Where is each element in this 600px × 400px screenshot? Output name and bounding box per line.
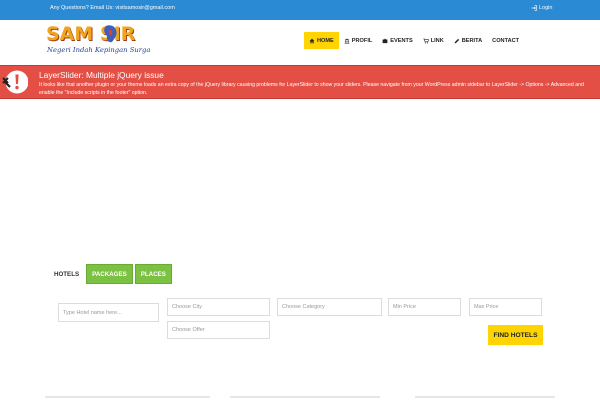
nav-item-label: LINK (430, 37, 444, 44)
briefcase-icon (382, 38, 388, 43)
logo-wordmark: SAM SIR (46, 23, 136, 45)
city-select[interactable]: Choose City (167, 298, 270, 316)
nav-item-profil[interactable]: PROFIL (339, 32, 378, 49)
login-link[interactable]: Login (531, 5, 552, 11)
offer-select[interactable]: Choose Offer (167, 321, 270, 339)
max-price-input[interactable]: Max Price (469, 298, 542, 316)
search-tabs: HOTELS PACKAGES PLACES (49, 264, 172, 284)
alert-message: It looks like that another plugin or you… (39, 82, 584, 96)
nav-item-berita[interactable]: BERITA (449, 32, 487, 49)
contact-email-text: Any Questions? Email Us: visitsamosir@gm… (50, 5, 175, 11)
nav-item-events[interactable]: EVENTS (377, 32, 417, 49)
nav-item-home[interactable]: HOME (304, 32, 339, 49)
tab-packages[interactable]: PACKAGES (86, 264, 133, 284)
pencil-icon (454, 38, 459, 43)
warning-tools-icon (2, 70, 28, 94)
alert-title: LayerSlider: Multiple jQuery issue (39, 70, 164, 80)
nav-item-contact[interactable]: CONTACT (487, 32, 524, 49)
min-price-input[interactable]: Min Price (388, 298, 461, 316)
home-icon (309, 38, 315, 43)
island-map-icon (104, 25, 117, 43)
layerslider-alert: LayerSlider: Multiple jQuery issue It lo… (0, 65, 600, 99)
site-header: SAM SIR Negeri Indah Kepingan Surga HOME… (0, 20, 600, 64)
cart-icon (422, 38, 429, 43)
bank-icon (344, 38, 350, 44)
nav-item-label: EVENTS (390, 37, 413, 44)
category-select[interactable]: Choose Category (277, 298, 382, 316)
login-label: Login (539, 5, 553, 11)
tab-places[interactable]: PLACES (134, 264, 172, 284)
tab-hotels[interactable]: HOTELS (49, 264, 85, 284)
main-nav: HOME PROFIL EVENTS LINK BERITA CONTACT (304, 32, 524, 49)
hotel-name-input[interactable]: Type Hotel name here... (58, 303, 159, 322)
nav-item-label: PROFIL (351, 37, 373, 44)
nav-item-label: HOME (317, 37, 334, 44)
content-divider (415, 396, 555, 398)
content-divider (45, 396, 210, 398)
logo-tagline: Negeri Indah Kepingan Surga (47, 46, 151, 54)
site-logo[interactable]: SAM SIR Negeri Indah Kepingan Surga (46, 22, 156, 62)
nav-item-label: CONTACT (492, 37, 520, 44)
find-hotels-button[interactable]: FIND HOTELS (488, 325, 543, 345)
nav-item-label: BERITA (461, 37, 483, 44)
content-divider (230, 396, 380, 398)
nav-item-link[interactable]: LINK (418, 32, 449, 49)
top-bar: Any Questions? Email Us: visitsamosir@gm… (0, 0, 600, 20)
sign-in-icon (531, 5, 537, 11)
